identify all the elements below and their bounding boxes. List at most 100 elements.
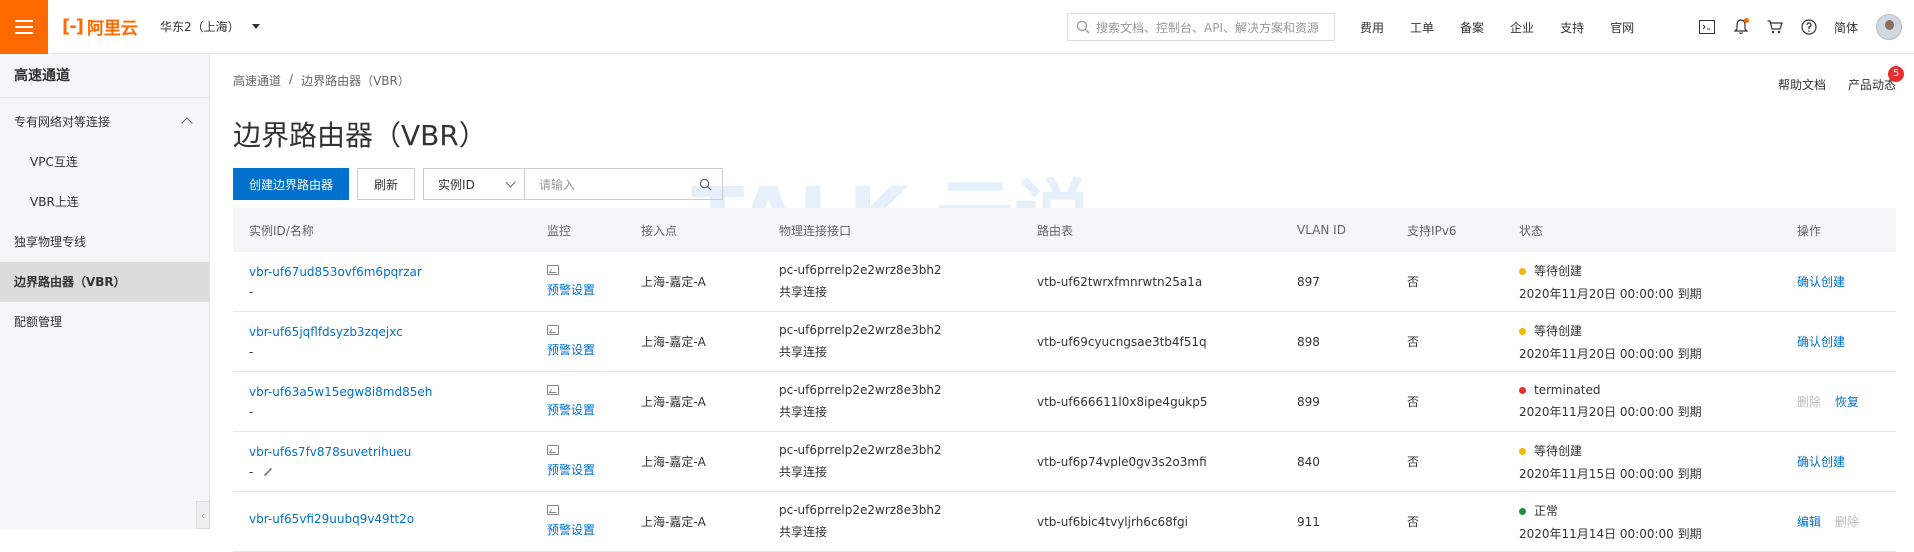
sidebar: 高速通道 专有网络对等连接 VPC互连 VBR上连 独享物理专线 边界路由器（V…: [0, 54, 210, 529]
monitor-chart-icon[interactable]: [547, 325, 559, 335]
top-link-tickets[interactable]: 工单: [1410, 19, 1434, 36]
top-link-enterprise[interactable]: 企业: [1510, 19, 1534, 36]
table-row: vbr-uf63a5w15egw8i8md85eh - 预警设置 上海-嘉定-A…: [233, 372, 1896, 432]
alarm-settings-link[interactable]: 预警设置: [547, 461, 595, 478]
sidebar-group-label: 专有网络对等连接: [14, 115, 111, 129]
breadcrumb-root[interactable]: 高速通道: [233, 72, 281, 89]
sidebar-title: 高速通道: [0, 54, 209, 98]
cell-vlan-id: 898: [1297, 334, 1320, 349]
cloud-shell-button[interactable]: [1690, 0, 1724, 54]
table-row: vbr-uf6s7fv878suvetrihueu - 预警设置 上海-嘉定-A…: [233, 432, 1896, 492]
filter-input[interactable]: 请输入: [525, 168, 724, 200]
alarm-settings-link[interactable]: 预警设置: [547, 281, 595, 298]
aliyun-logo[interactable]: [-] 阿里云: [62, 14, 138, 39]
search-placeholder: 搜索文档、控制台、API、解决方案和资源: [1096, 20, 1319, 35]
region-selector[interactable]: 华东2（上海）: [160, 18, 260, 35]
expire-time: 2020年11月20日 00:00:00 到期: [1519, 405, 1702, 419]
operation-primary-link[interactable]: 确认创建: [1797, 455, 1845, 469]
edit-pencil-icon[interactable]: [264, 467, 273, 477]
sidebar-item-quota[interactable]: 配额管理: [0, 302, 209, 342]
breadcrumb-current: 边界路由器（VBR）: [301, 74, 410, 88]
instance-id-link[interactable]: vbr-uf6s7fv878suvetrihueu: [249, 445, 411, 459]
operation-primary-link[interactable]: 删除: [1797, 395, 1821, 409]
physical-connection-id: pc-uf6prrelp2e2wrz8e3bh2: [779, 383, 942, 397]
cell-vlan-id: 840: [1297, 454, 1320, 469]
top-navbar: [-] 阿里云 华东2（上海） 搜索文档、控制台、API、解决方案和资源 费用 …: [0, 0, 1914, 54]
table-body: vbr-uf67ud853ovf6m6pqrzar - 预警设置 上海-嘉定-A…: [233, 252, 1896, 552]
alarm-settings-link[interactable]: 预警设置: [547, 341, 595, 358]
sidebar-item-vbr-uplink[interactable]: VBR上连: [0, 182, 209, 222]
header-ipv6: 支持IPv6: [1407, 223, 1457, 238]
create-vbr-button[interactable]: 创建边界路由器: [233, 168, 350, 200]
operation-primary-link[interactable]: 确认创建: [1797, 335, 1845, 349]
terminal-icon: [1698, 20, 1715, 34]
hamburger-menu-button[interactable]: [0, 0, 48, 54]
cell-ipv6: 否: [1407, 395, 1420, 409]
user-avatar[interactable]: [1876, 14, 1902, 40]
cell-access-point: 上海-嘉定-A: [641, 515, 706, 529]
instance-name-text: -: [249, 404, 254, 419]
toolbar: 创建边界路由器 刷新 实例ID 请输入: [233, 168, 724, 200]
top-links: 费用 工单 备案 企业 支持 官网: [1360, 0, 1660, 54]
instance-name-text: -: [249, 464, 254, 479]
instance-id-link[interactable]: vbr-uf67ud853ovf6m6pqrzar: [249, 265, 422, 279]
physical-connection-type: 共享连接: [779, 285, 828, 299]
status-line: terminated: [1519, 383, 1702, 397]
top-link-billing[interactable]: 费用: [1360, 19, 1384, 36]
monitor-chart-icon[interactable]: [547, 385, 559, 395]
main-content: TALK 云说 -www.ictalk.com-国内专业云计算交流服务平台- 高…: [211, 54, 1914, 552]
help-docs-link[interactable]: 帮助文档: [1778, 76, 1826, 93]
monitor-chart-icon[interactable]: [547, 265, 559, 275]
monitor-chart-icon[interactable]: [547, 505, 559, 515]
notification-dot: [1743, 18, 1749, 23]
sidebar-item-dedicated-line[interactable]: 独享物理专线: [0, 222, 209, 262]
top-link-icp[interactable]: 备案: [1460, 19, 1484, 36]
status-badge: 等待创建: [1534, 443, 1583, 458]
caret-down-icon: [251, 24, 260, 29]
cell-physical-interface: pc-uf6prrelp2e2wrz8e3bh2 共享连接: [779, 503, 942, 540]
help-button[interactable]: [1792, 0, 1826, 54]
sidebar-item-vbr[interactable]: 边界路由器（VBR）: [0, 262, 209, 302]
physical-connection-id: pc-uf6prrelp2e2wrz8e3bh2: [779, 503, 942, 517]
cell-operations: 确认创建: [1797, 333, 1845, 350]
sidebar-item-vpc-interconnect[interactable]: VPC互连: [0, 142, 209, 182]
cell-operations: 确认创建: [1797, 453, 1845, 470]
alarm-settings-link[interactable]: 预警设置: [547, 521, 595, 538]
page-top-links: 帮助文档 产品动态 5: [1778, 66, 1904, 93]
cart-button[interactable]: [1758, 0, 1792, 54]
sidebar-group-vpc-peering[interactable]: 专有网络对等连接: [0, 102, 209, 142]
notifications-button[interactable]: [1724, 0, 1758, 54]
monitor-chart-icon[interactable]: [547, 445, 559, 455]
refresh-button[interactable]: 刷新: [357, 168, 416, 200]
top-link-official-site[interactable]: 官网: [1610, 19, 1634, 36]
instance-id-link[interactable]: vbr-uf65jqflfdsyzb3zqejxc: [249, 325, 403, 339]
cell-route-table: vtb-uf69cyucngsae3tb4f51q: [1037, 334, 1207, 349]
operation-secondary-link[interactable]: 删除: [1835, 515, 1859, 529]
hamburger-icon: [15, 25, 33, 28]
operation-primary-link[interactable]: 编辑: [1797, 515, 1821, 529]
cell-monitor: 预警设置: [547, 265, 595, 298]
status-line: 等待创建: [1519, 442, 1702, 459]
status-dot: [1519, 267, 1526, 275]
search-icon[interactable]: [699, 178, 712, 191]
language-switch[interactable]: 简体: [1834, 19, 1858, 36]
cell-operations: 删除 恢复: [1797, 393, 1859, 410]
status-line: 等待创建: [1519, 262, 1702, 279]
global-search-input[interactable]: 搜索文档、控制台、API、解决方案和资源: [1067, 13, 1335, 41]
operation-secondary-link[interactable]: 恢复: [1835, 395, 1859, 409]
product-news-label: 产品动态: [1847, 78, 1896, 92]
sidebar-collapse-button[interactable]: ‹: [196, 501, 210, 529]
chevron-up-icon: [181, 117, 193, 129]
instance-id-link[interactable]: vbr-uf63a5w15egw8i8md85eh: [249, 385, 432, 399]
status-badge: 等待创建: [1534, 263, 1583, 278]
cell-access-point: 上海-嘉定-A: [641, 455, 706, 469]
operation-primary-link[interactable]: 确认创建: [1797, 275, 1845, 289]
physical-connection-id: pc-uf6prrelp2e2wrz8e3bh2: [779, 263, 942, 277]
top-link-support[interactable]: 支持: [1560, 19, 1584, 36]
product-news-link[interactable]: 产品动态 5: [1847, 66, 1904, 93]
instance-id-link[interactable]: vbr-uf65vfi29uubq9v49tt2o: [249, 512, 414, 526]
vbr-table: 实例ID/名称 监控 接入点 物理连接接口 路由表 VLAN ID 支持IPv6…: [233, 208, 1896, 552]
alarm-settings-link[interactable]: 预警设置: [547, 401, 595, 418]
filter-field-select[interactable]: 实例ID: [423, 168, 526, 200]
cell-status: terminated 2020年11月20日 00:00:00 到期: [1519, 383, 1702, 420]
